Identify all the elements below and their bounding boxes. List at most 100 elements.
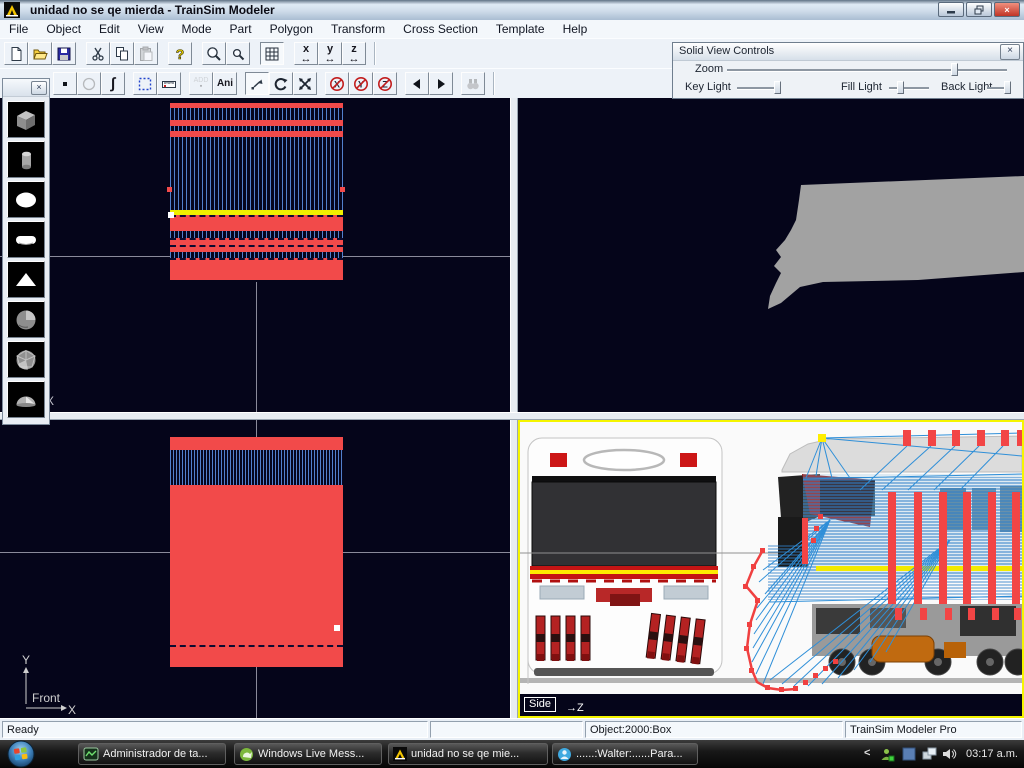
viewport-side[interactable]: Side →Z <box>518 420 1024 718</box>
menu-file[interactable]: File <box>0 20 37 38</box>
menu-view[interactable]: View <box>129 20 173 38</box>
zoom-out-button[interactable] <box>226 42 250 65</box>
select-vertices-button[interactable] <box>133 72 157 95</box>
fill-light-slider-thumb[interactable] <box>897 81 904 94</box>
copy-button[interactable] <box>110 42 134 65</box>
tray-chevron-icon[interactable]: < <box>864 747 870 759</box>
previous-button[interactable] <box>405 72 429 95</box>
open-button[interactable] <box>28 42 52 65</box>
model-top-view[interactable] <box>170 103 343 280</box>
shape-toolbox-palette: × <box>2 78 50 425</box>
new-button[interactable] <box>4 42 28 65</box>
previous-icon <box>409 76 425 92</box>
taskbar-button-messenger[interactable]: Windows Live Mess... <box>234 743 382 765</box>
selected-vertex[interactable] <box>334 625 340 631</box>
move-y-button[interactable]: y↔ <box>318 42 342 65</box>
model-front-view[interactable] <box>170 437 343 667</box>
toolbox-titlebar[interactable]: × <box>3 79 49 97</box>
cut-button[interactable] <box>86 42 110 65</box>
selected-vertex[interactable] <box>168 212 174 218</box>
status-object-info: Object:2000:Box <box>585 721 843 738</box>
save-button[interactable] <box>52 42 76 65</box>
taskbar-button-trainsim[interactable]: unidad no se qe mie... <box>388 743 548 765</box>
minimize-button[interactable] <box>938 2 964 17</box>
toolbox-close-button[interactable]: × <box>31 81 47 95</box>
paste-button[interactable] <box>134 42 158 65</box>
tray-volume-icon[interactable] <box>942 747 957 761</box>
ellipse-icon <box>13 187 39 213</box>
menu-part[interactable]: Part <box>221 20 261 38</box>
viewport-front[interactable]: Y Front X <box>0 420 510 718</box>
taskbar-button-walter-chat[interactable]: ......:Walter:......Para... <box>552 743 698 765</box>
zoom-in-button[interactable] <box>202 42 226 65</box>
menu-edit[interactable]: Edit <box>90 20 129 38</box>
viewport-perspective[interactable] <box>518 98 1024 412</box>
close-button[interactable]: × <box>994 2 1020 17</box>
menu-help[interactable]: Help <box>554 20 597 38</box>
line-arrow-icon <box>249 76 265 92</box>
tray-clock[interactable]: 03:17 a.m. <box>966 748 1018 760</box>
selected-vertex <box>818 434 826 442</box>
move-x-icon: x↔ <box>301 44 312 64</box>
help-button[interactable]: ? <box>168 42 192 65</box>
rotate-tool-button[interactable] <box>269 72 293 95</box>
svc-close-button[interactable]: × <box>1000 44 1020 60</box>
tray-buddy-icon[interactable] <box>880 747 895 762</box>
taskbar-button-task-manager[interactable]: Administrador de ta... <box>78 743 226 765</box>
tray-app-icon[interactable] <box>902 747 916 761</box>
start-button[interactable] <box>6 739 36 768</box>
lock-y-icon: Y <box>353 76 369 92</box>
tool-geosphere-button[interactable] <box>7 341 45 378</box>
tool-sphere-button[interactable] <box>7 301 45 338</box>
viewport-splitter-horizontal[interactable] <box>0 412 1024 420</box>
toolbar-separator <box>493 72 495 95</box>
spline-tool-button[interactable]: ∫ <box>101 72 125 95</box>
axis-line <box>343 552 510 553</box>
move-z-button[interactable]: z↔ <box>342 42 366 65</box>
circle-icon <box>81 76 97 92</box>
tool-ellipse-button[interactable] <box>7 181 45 218</box>
tool-box-button[interactable] <box>7 101 45 138</box>
measure-tool-button[interactable] <box>157 72 181 95</box>
zoom-in-icon <box>206 46 222 62</box>
lock-z-button[interactable]: Z <box>373 72 397 95</box>
next-button[interactable] <box>429 72 453 95</box>
point-tool-button[interactable] <box>53 72 77 95</box>
animate-tool-button[interactable]: Ani <box>213 72 237 95</box>
find-button[interactable] <box>461 72 485 95</box>
close-icon: × <box>1004 5 1009 15</box>
zoom-slider[interactable] <box>727 69 1007 72</box>
grid-toggle-button[interactable] <box>260 42 284 65</box>
dome-icon <box>13 387 39 413</box>
back-light-slider-thumb[interactable] <box>1004 81 1011 94</box>
zoom-slider-thumb[interactable] <box>951 63 958 76</box>
menu-object[interactable]: Object <box>37 20 90 38</box>
circle-tool-button[interactable] <box>77 72 101 95</box>
menu-polygon[interactable]: Polygon <box>261 20 322 38</box>
wedge-icon <box>13 267 39 293</box>
line-tool-button[interactable] <box>245 72 269 95</box>
key-light-slider-thumb[interactable] <box>774 81 781 94</box>
lock-x-button[interactable]: X <box>325 72 349 95</box>
add-tool-button[interactable]: ADD▪ <box>189 72 213 95</box>
lock-y-button[interactable]: Y <box>349 72 373 95</box>
svc-titlebar[interactable]: Solid View Controls × <box>673 43 1023 61</box>
tool-rounded-slab-button[interactable] <box>7 221 45 258</box>
menu-template[interactable]: Template <box>487 20 554 38</box>
viewport-top[interactable]: X <box>0 98 510 412</box>
fill-light-slider[interactable] <box>889 87 929 90</box>
menu-mode[interactable]: Mode <box>173 20 221 38</box>
scale-tool-button[interactable] <box>293 72 317 95</box>
tool-wedge-button[interactable] <box>7 261 45 298</box>
menu-transform[interactable]: Transform <box>322 20 394 38</box>
open-folder-icon <box>32 46 48 62</box>
viewport-splitter-vertical[interactable] <box>510 98 518 718</box>
tray-network-icon[interactable] <box>922 747 938 761</box>
restore-button[interactable] <box>966 2 992 17</box>
grid-icon <box>264 46 280 62</box>
tool-dome-button[interactable] <box>7 381 45 418</box>
copy-icon <box>114 46 130 62</box>
move-x-button[interactable]: x↔ <box>294 42 318 65</box>
tool-cylinder-button[interactable] <box>7 141 45 178</box>
menu-cross-section[interactable]: Cross Section <box>394 20 487 38</box>
